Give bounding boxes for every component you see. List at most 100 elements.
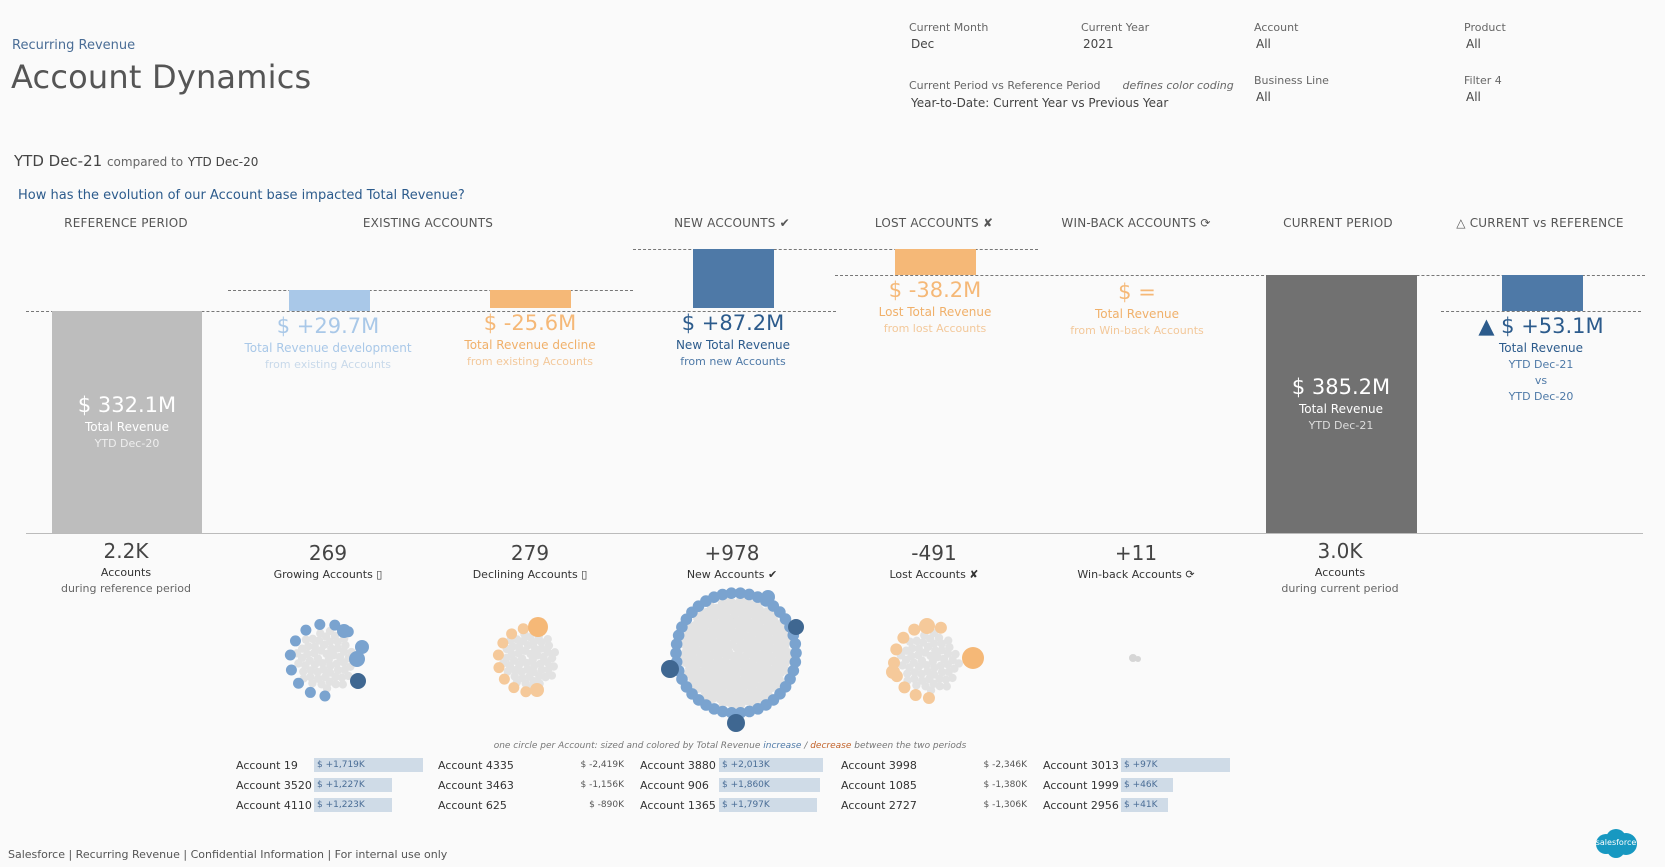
count-value: 2.2K	[103, 539, 149, 563]
lost-bar[interactable]	[895, 249, 976, 275]
list-item[interactable]: Account 2956 $ +41K	[1043, 797, 1243, 817]
list-item[interactable]: Account 4110 $ +1,223K	[236, 797, 436, 817]
filter-label: Product	[1464, 21, 1506, 34]
filter-value[interactable]: All	[1466, 90, 1502, 104]
winback-sub: from Win-back Accounts	[1070, 324, 1204, 337]
reference-sub: YTD Dec-20	[94, 437, 160, 450]
compared-text: compared to	[106, 155, 184, 169]
delta-bar[interactable]	[1502, 275, 1583, 311]
lost-cluster-bubble	[942, 682, 952, 691]
list-item[interactable]: Account 3880 $ +2,013K	[640, 757, 840, 777]
delta-sub-2: vs	[1534, 374, 1548, 387]
growth-sub: from existing Accounts	[265, 358, 391, 371]
list-item[interactable]: Account 4335 $ -2,419K	[438, 757, 628, 777]
filter-current-month[interactable]: Current Month Dec	[909, 21, 988, 51]
list-item[interactable]: Account 3520 $ +1,227K	[236, 777, 436, 797]
lost-cluster-bubble	[943, 636, 953, 645]
growing-cluster-bubble	[319, 690, 331, 702]
winback-value: $ =	[1118, 280, 1156, 304]
salesforce-logo: salesforce	[1592, 828, 1640, 860]
list-item[interactable]: Account 1365 $ +1,797K	[640, 797, 840, 817]
lost-cluster-bubble	[948, 673, 957, 683]
current-sub: YTD Dec-21	[1308, 419, 1374, 432]
count-value: 279	[510, 541, 550, 565]
filter-note: defines color coding	[1122, 79, 1234, 92]
list-item[interactable]: Account 3463 $ -1,156K	[438, 777, 628, 797]
filter-value[interactable]: All	[1466, 37, 1506, 51]
column-header-new: NEW ACCOUNTS ✔	[674, 216, 790, 230]
list-item[interactable]: Account 1999 $ +46K	[1043, 777, 1243, 797]
new-cluster-bubble	[761, 590, 775, 604]
filter-label: Account	[1254, 21, 1299, 34]
column-header-lost: LOST ACCOUNTS ✘	[874, 216, 994, 230]
account-name: Account 3463	[438, 779, 514, 792]
filter-value[interactable]: Dec	[911, 37, 988, 51]
account-delta: $ -2,419K	[580, 760, 624, 770]
lost-accounts-list: Account 3998 $ -2,346K Account 1085 $ -1…	[841, 757, 1031, 817]
lost-cluster-bubble	[912, 681, 921, 690]
filter-4[interactable]: Filter 4 All	[1464, 74, 1502, 104]
column-header-current: CURRENT PERIOD	[1283, 216, 1393, 230]
count-value: -491	[911, 541, 957, 565]
lost-cluster-bubble	[934, 621, 947, 634]
chart-baseline	[26, 533, 1643, 534]
list-item[interactable]: Account 1085 $ -1,380K	[841, 777, 1031, 797]
list-item[interactable]: Account 2727 $ -1,306K	[841, 797, 1031, 817]
filter-business-line[interactable]: Business Line All	[1254, 74, 1329, 104]
circle-legend-note: one circle per Account: sized and colore…	[440, 741, 1020, 751]
reference-label-group: $ 332.1M Total Revenue YTD Dec-20	[17, 393, 237, 450]
list-item[interactable]: Account 906 $ +1,860K	[640, 777, 840, 797]
new-label: New Total Revenue	[675, 338, 791, 352]
filter-current-year[interactable]: Current Year 2021	[1081, 21, 1149, 51]
list-item[interactable]: Account 3998 $ -2,346K	[841, 757, 1031, 777]
new-label-group: $ +87.2M New Total Revenue from new Acco…	[623, 311, 843, 368]
filter-period-comparison[interactable]: Current Period vs Reference Period define…	[909, 74, 1234, 110]
growth-bar[interactable]	[289, 290, 370, 311]
declining-cluster-bubble	[493, 662, 505, 674]
filter-account[interactable]: Account All	[1254, 21, 1298, 51]
declining-cluster-bubble	[543, 634, 552, 644]
list-item[interactable]: Account 625 $ -890K	[438, 797, 628, 817]
reference-label: Total Revenue	[84, 420, 170, 434]
count-value: +978	[704, 541, 760, 565]
new-accounts-list: Account 3880 $ +2,013K Account 906 $ +1,…	[640, 757, 840, 817]
bubble-clusters	[284, 587, 1141, 732]
new-cluster-bubble	[661, 660, 679, 678]
account-delta-bar: $ +1,223K	[314, 798, 392, 812]
growing-cluster-bubble	[284, 649, 296, 661]
account-name: Account 3013	[1043, 759, 1119, 772]
column-header-winback: WIN-BACK ACCOUNTS ⟳	[1061, 216, 1211, 230]
account-delta-bar: $ +2,013K	[719, 758, 823, 772]
delta-value: ▲ $ +53.1M	[1478, 314, 1604, 338]
account-name: Account 3520	[236, 779, 312, 792]
list-item[interactable]: Account 3013 $ +97K	[1043, 757, 1243, 777]
filter-value[interactable]: Year-to-Date: Current Year vs Previous Y…	[911, 96, 1234, 110]
column-header-delta: △ CURRENT vs REFERENCE	[1456, 216, 1624, 230]
delta-sub-3: YTD Dec-20	[1508, 390, 1574, 403]
account-name: Account 625	[438, 799, 507, 812]
growing-cluster-bubble	[285, 664, 297, 676]
account-name: Account 1085	[841, 779, 917, 792]
declining-cluster-bubble	[530, 683, 544, 697]
growing-cluster-bubble	[338, 680, 348, 689]
lost-cluster-bubble	[890, 643, 903, 656]
growth-label: Total Revenue development	[244, 341, 412, 355]
new-bar[interactable]	[693, 249, 774, 308]
lost-cluster-bubble	[908, 623, 921, 636]
account-delta-bar: $ +1,860K	[719, 778, 820, 792]
filter-value[interactable]: All	[1256, 37, 1298, 51]
filter-value[interactable]: All	[1256, 90, 1329, 104]
growing-cluster-bubble	[314, 619, 326, 631]
account-delta: $ -890K	[589, 800, 624, 810]
filter-product[interactable]: Product All	[1464, 21, 1506, 51]
account-delta: $ -1,306K	[983, 800, 1027, 810]
decline-bar[interactable]	[490, 290, 571, 308]
lost-cluster-bubble	[897, 631, 910, 644]
growth-label-group: $ +29.7M Total Revenue development from …	[218, 314, 438, 371]
breadcrumb[interactable]: Recurring Revenue	[12, 38, 135, 53]
account-name: Account 3880	[640, 759, 716, 772]
filter-value[interactable]: 2021	[1083, 37, 1149, 51]
winback-label-group: $ = Total Revenue from Win-back Accounts	[1027, 280, 1247, 337]
logo-text: salesforce	[1595, 838, 1637, 847]
list-item[interactable]: Account 19 $ +1,719K	[236, 757, 436, 777]
